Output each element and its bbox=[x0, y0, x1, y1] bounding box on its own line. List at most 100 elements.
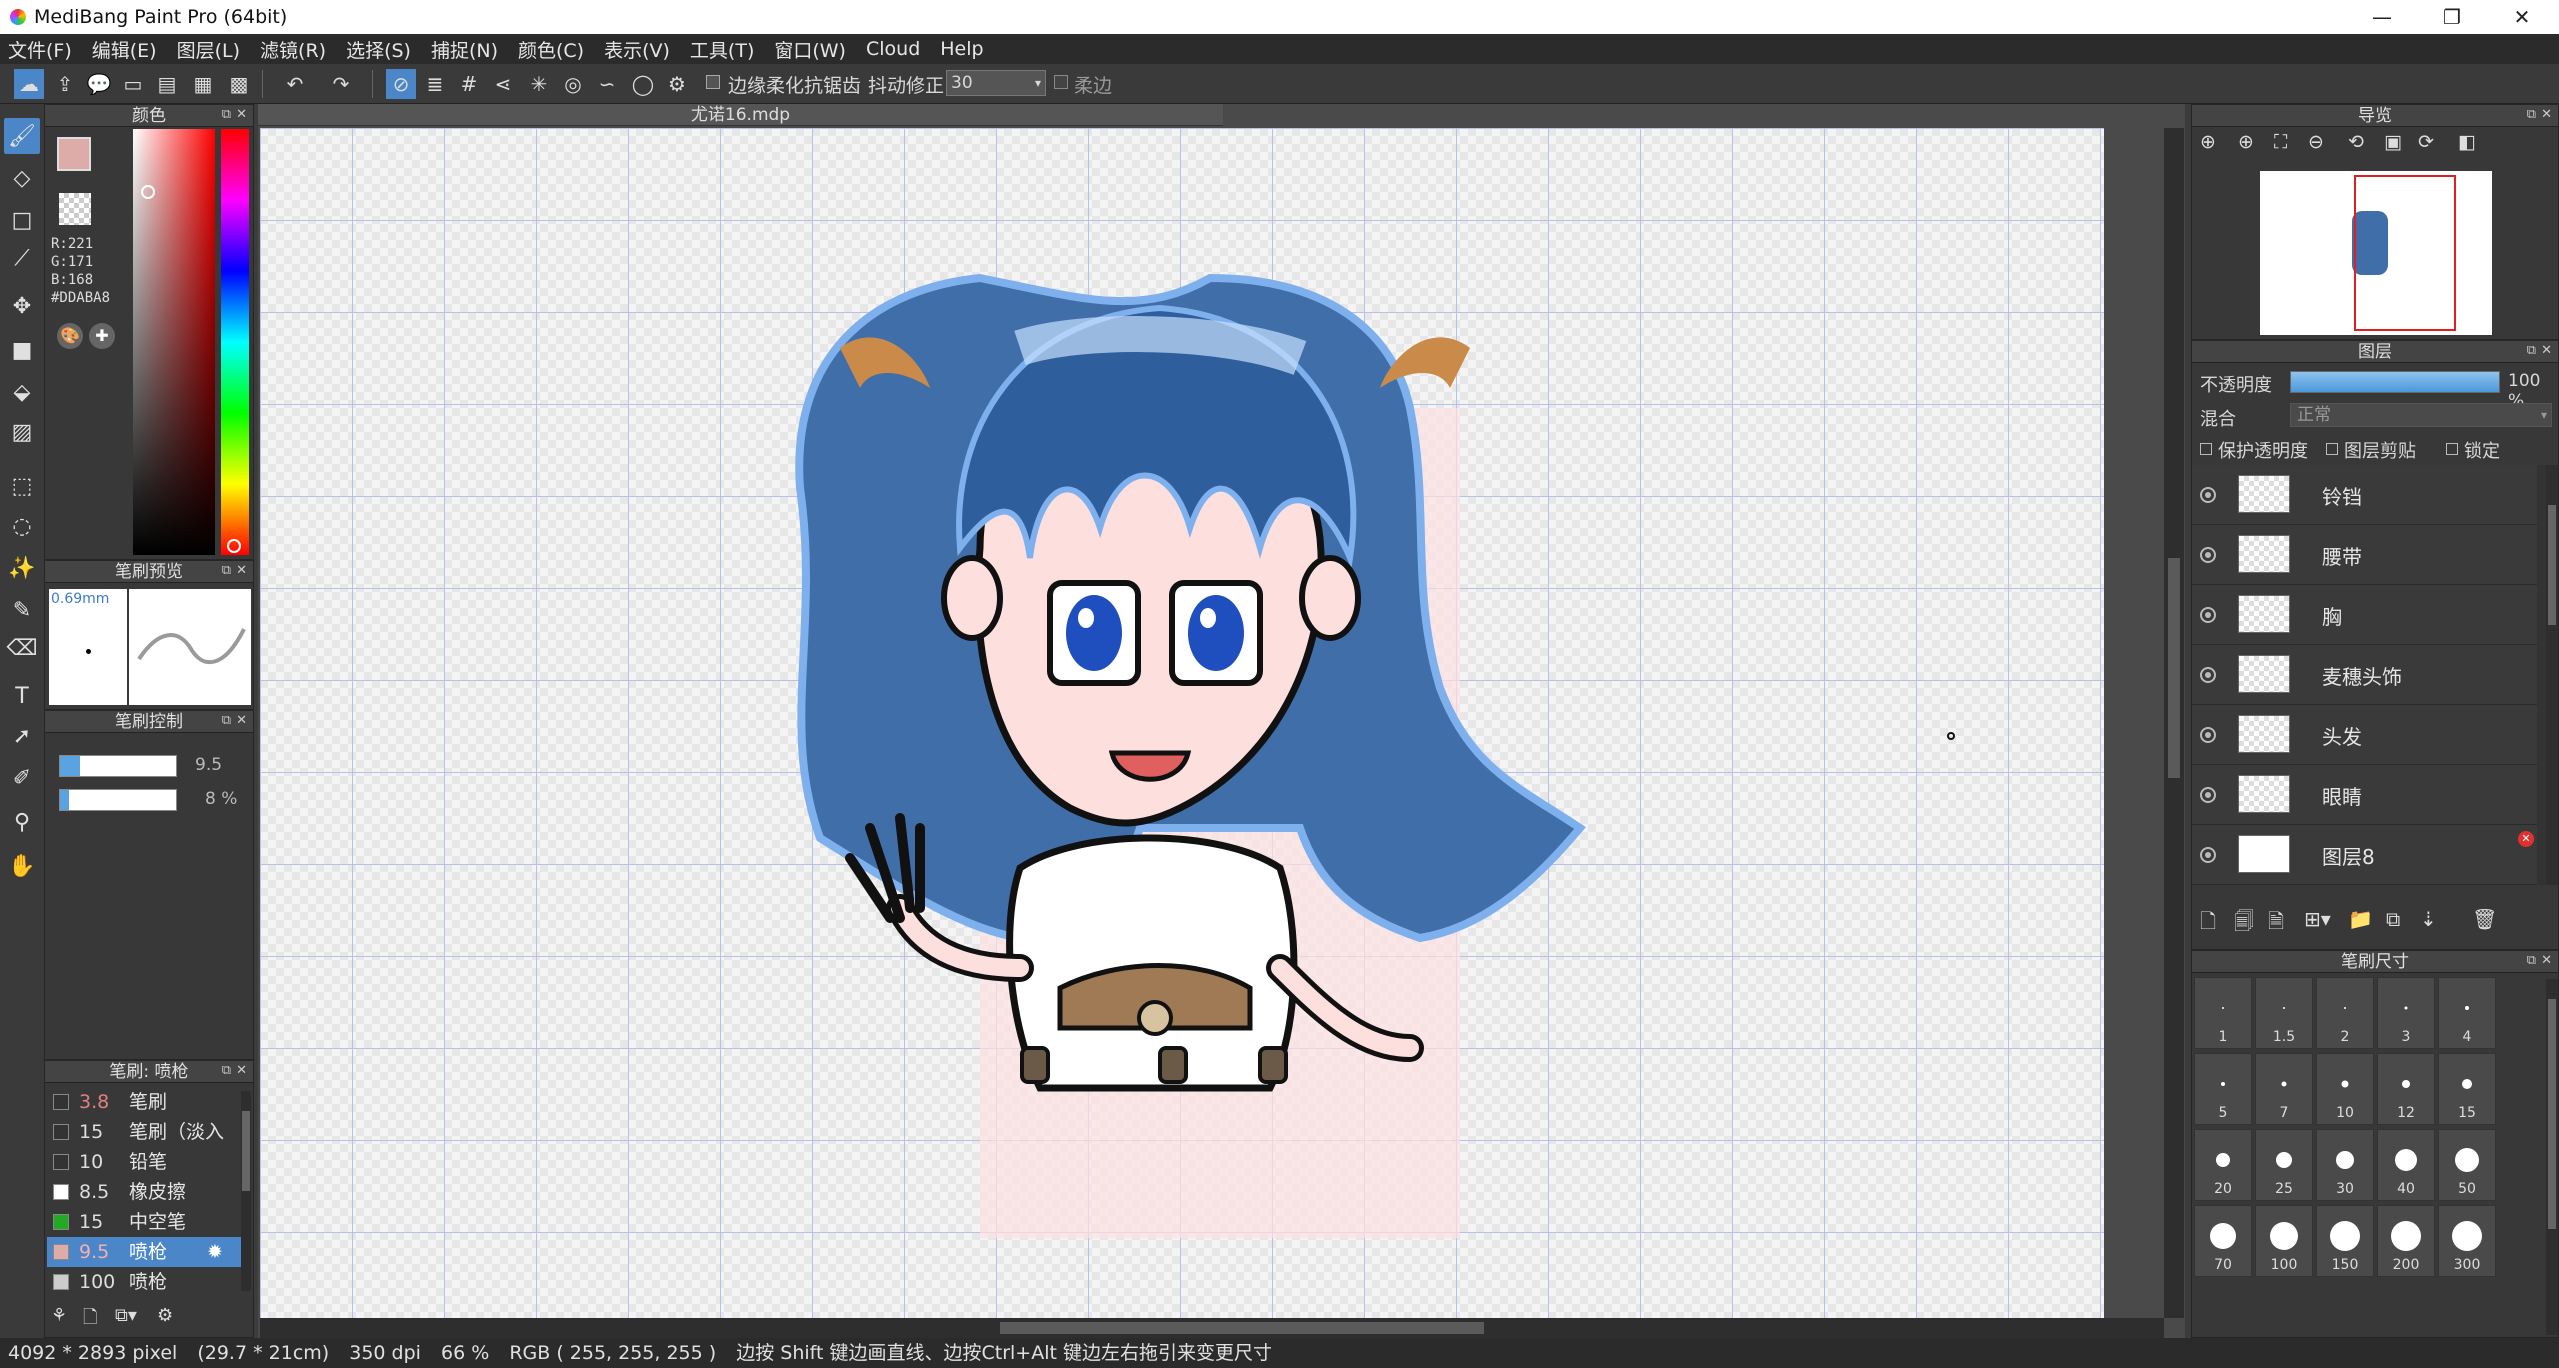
eye-icon[interactable] bbox=[2200, 547, 2216, 563]
layer-row[interactable]: 眼睛 bbox=[2192, 765, 2537, 825]
menu-tools[interactable]: 工具(T) bbox=[690, 36, 754, 63]
add-layer-menu-icon[interactable]: ⊞▾ bbox=[2304, 907, 2331, 931]
horizontal-scroll-thumb[interactable] bbox=[1000, 1322, 1484, 1334]
cloud-icon[interactable]: ☁ bbox=[14, 69, 44, 99]
close-icon[interactable]: ✕ bbox=[2541, 343, 2552, 358]
brush-item[interactable]: 100 喷枪 bbox=[47, 1267, 243, 1297]
eye-icon[interactable] bbox=[2200, 487, 2216, 503]
speech-bubble-icon[interactable]: 💬 bbox=[84, 69, 114, 99]
folder-icon[interactable]: 📁 bbox=[2348, 907, 2373, 931]
eraser-tool-icon[interactable]: ◇ bbox=[4, 160, 40, 196]
brush-size-slider[interactable] bbox=[59, 755, 177, 777]
snap-off-icon[interactable]: ⊘ bbox=[386, 69, 416, 99]
menu-file[interactable]: 文件(F) bbox=[8, 36, 72, 63]
brush-size-option[interactable]: 25 bbox=[2255, 1129, 2313, 1201]
close-icon[interactable]: ✕ bbox=[2541, 953, 2552, 968]
horizontal-scrollbar[interactable] bbox=[260, 1318, 2164, 1338]
maximize-button[interactable]: ❐ bbox=[2418, 0, 2486, 34]
divide-tool-icon[interactable]: ✐ bbox=[4, 760, 40, 796]
zoom-fit-icon[interactable]: ⊕ bbox=[2200, 131, 2216, 153]
undo-icon[interactable]: ↶ bbox=[280, 69, 310, 99]
brush-item[interactable]: 3.8 笔刷 bbox=[47, 1087, 243, 1117]
menu-filter[interactable]: 滤镜(R) bbox=[260, 36, 326, 63]
trash-icon[interactable]: 🗑 bbox=[2472, 907, 2497, 931]
minimize-button[interactable]: — bbox=[2348, 0, 2416, 34]
stabilizer-select[interactable]: 30 ▾ bbox=[946, 70, 1046, 96]
palette-add-icon[interactable]: ✚ bbox=[89, 323, 115, 349]
layer-row[interactable]: 图层8 ✕ bbox=[2192, 825, 2537, 885]
settings-gear-icon[interactable]: ⚙ bbox=[662, 69, 692, 99]
brush-tool-icon[interactable]: 🖌 bbox=[4, 118, 40, 154]
hue-slider[interactable] bbox=[221, 129, 249, 555]
close-icon[interactable]: ✕ bbox=[236, 563, 247, 578]
redo-icon[interactable]: ↷ bbox=[326, 69, 356, 99]
float-icon[interactable]: ⧉ bbox=[2527, 343, 2536, 358]
navigator-view-frame[interactable] bbox=[2354, 175, 2456, 331]
brush-size-option[interactable]: 70 bbox=[2194, 1205, 2252, 1277]
brush-item[interactable]: 8.5 橡皮擦 bbox=[47, 1177, 243, 1207]
duplicate-layer-icon[interactable]: ⧉ bbox=[2386, 907, 2400, 931]
eye-icon[interactable] bbox=[2200, 787, 2216, 803]
close-button[interactable]: ✕ bbox=[2488, 0, 2556, 34]
brush-size-option[interactable]: 1.5 bbox=[2255, 977, 2313, 1049]
circle-snap-icon[interactable]: ◎ bbox=[558, 69, 588, 99]
zoom-out-icon[interactable]: ⊖ bbox=[2308, 131, 2324, 153]
bucket-tool-icon[interactable]: ⬙ bbox=[4, 374, 40, 410]
menu-help[interactable]: Help bbox=[940, 38, 983, 60]
brush-size-option[interactable]: 1 bbox=[2194, 977, 2252, 1049]
zoom-in-icon[interactable]: ⊕ bbox=[2238, 131, 2254, 153]
lasso-tool-icon[interactable]: ◌ bbox=[4, 508, 40, 544]
brush-list-scrollbar[interactable] bbox=[241, 1091, 251, 1291]
menu-view[interactable]: 表示(V) bbox=[604, 36, 670, 63]
new-1bit-layer-icon[interactable]: 🗎 bbox=[2268, 907, 2284, 941]
brush-item[interactable]: 10 铅笔 bbox=[47, 1147, 243, 1177]
lock-checkbox[interactable] bbox=[2446, 443, 2458, 455]
eye-icon[interactable] bbox=[2200, 847, 2216, 863]
layer-row[interactable]: 铃铛 bbox=[2192, 465, 2537, 525]
vanishing-snap-icon[interactable]: ⋖ bbox=[488, 69, 518, 99]
layer-opacity-slider[interactable] bbox=[2290, 371, 2500, 393]
float-icon[interactable]: ⧉ bbox=[222, 1063, 231, 1078]
brush-size-option[interactable]: 50 bbox=[2438, 1129, 2496, 1201]
merge-layer-icon[interactable]: ⇣ bbox=[2420, 907, 2437, 931]
rotate-right-icon[interactable]: ⟳ bbox=[2418, 131, 2434, 153]
layer-list-scrollbar[interactable] bbox=[2546, 465, 2558, 885]
eye-icon[interactable] bbox=[2200, 667, 2216, 683]
layer-row[interactable]: 头发 bbox=[2192, 705, 2537, 765]
antialias-checkbox[interactable] bbox=[706, 75, 720, 89]
add-brush-icon[interactable]: ⚘ bbox=[51, 1305, 67, 1326]
fit-window-icon[interactable]: ⛶ bbox=[2274, 131, 2287, 153]
select-pen-tool-icon[interactable]: ✎ bbox=[4, 592, 40, 628]
magic-wand-tool-icon[interactable]: ✨ bbox=[4, 550, 40, 586]
layer-row[interactable]: 胸 bbox=[2192, 585, 2537, 645]
palette-icon[interactable]: 🎨 bbox=[57, 323, 83, 349]
brush-item[interactable]: 15 中空笔 bbox=[47, 1207, 243, 1237]
new-brush-icon[interactable]: 🗋 bbox=[83, 1305, 97, 1335]
brush-opacity-slider[interactable] bbox=[59, 789, 177, 811]
copy-brush-icon[interactable]: ⧉▾ bbox=[115, 1305, 137, 1326]
balloon-icon[interactable]: ▭ bbox=[118, 69, 148, 99]
grid-icon[interactable]: ▩ bbox=[224, 69, 254, 99]
vertical-scroll-thumb[interactable] bbox=[2168, 558, 2180, 778]
float-icon[interactable]: ⧉ bbox=[222, 563, 231, 578]
layer-row[interactable]: 腰带 bbox=[2192, 525, 2537, 585]
brush-size-option[interactable]: 4 bbox=[2438, 977, 2496, 1049]
brush-item[interactable]: 15 笔刷（淡入 bbox=[47, 1117, 243, 1147]
navigator-thumbnail[interactable] bbox=[2260, 171, 2492, 335]
cross-snap-icon[interactable]: # bbox=[454, 69, 484, 99]
ellipse-snap-icon[interactable]: ◯ bbox=[628, 69, 658, 99]
float-icon[interactable]: ⧉ bbox=[2527, 953, 2536, 968]
brush-size-option[interactable]: 100 bbox=[2255, 1205, 2313, 1277]
close-icon[interactable]: ✕ bbox=[236, 1063, 247, 1078]
soft-edge-checkbox[interactable] bbox=[1054, 75, 1068, 89]
radial-snap-icon[interactable]: ✳ bbox=[524, 69, 554, 99]
menu-color[interactable]: 颜色(C) bbox=[518, 36, 584, 63]
reset-view-icon[interactable]: ▣ bbox=[2384, 131, 2402, 153]
eye-icon[interactable] bbox=[2200, 727, 2216, 743]
hue-slider-handle[interactable] bbox=[227, 539, 241, 553]
move-tool-icon[interactable]: ✥ bbox=[4, 288, 40, 324]
clipping-checkbox[interactable] bbox=[2326, 443, 2338, 455]
brush-settings-icon[interactable]: ⚙ bbox=[157, 1305, 173, 1326]
close-icon[interactable]: ✕ bbox=[236, 107, 247, 122]
brush-size-option[interactable]: 10 bbox=[2316, 1053, 2374, 1125]
